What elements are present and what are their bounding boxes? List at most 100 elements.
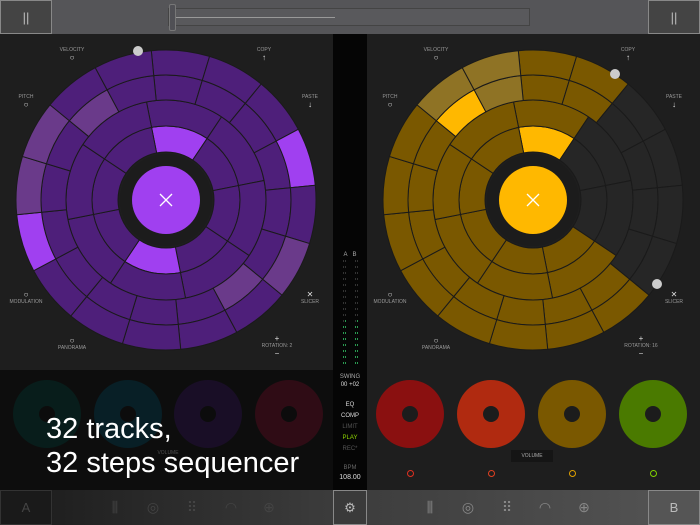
step-cell[interactable] bbox=[407, 163, 438, 213]
track-select-2[interactable] bbox=[488, 470, 495, 477]
meter-led bbox=[355, 302, 356, 304]
step-cell[interactable] bbox=[628, 187, 659, 237]
meter-led bbox=[343, 344, 344, 346]
meter-led bbox=[345, 338, 346, 340]
rotation-a[interactable]: + ROTATION: 2− bbox=[252, 334, 302, 358]
slicer-a[interactable]: ✕ SLICER bbox=[285, 290, 335, 305]
track-select-4[interactable] bbox=[650, 470, 657, 477]
paste-a[interactable]: PASTE ↓ bbox=[285, 94, 335, 109]
meter-led bbox=[357, 266, 358, 268]
meter-led bbox=[355, 350, 356, 352]
paste-b[interactable]: PASTE ↓ bbox=[649, 94, 699, 109]
meter-led bbox=[357, 314, 358, 316]
grid-icon-b[interactable]: ⠿ bbox=[497, 497, 517, 517]
meter-led bbox=[343, 302, 344, 304]
meter-led bbox=[357, 296, 358, 298]
modulation-b[interactable]: ○ MODULATION bbox=[365, 290, 415, 305]
step-cell[interactable] bbox=[520, 74, 570, 105]
meter-led bbox=[345, 356, 346, 358]
disc-icon-a[interactable]: ◎ bbox=[143, 497, 163, 517]
waveform-icon-b[interactable]: ⫼ bbox=[420, 497, 440, 517]
step-cell[interactable] bbox=[153, 74, 203, 105]
step-cell[interactable] bbox=[129, 295, 179, 326]
download-icon-a[interactable]: ⊕ bbox=[259, 497, 279, 517]
track-knob-hub bbox=[402, 406, 418, 422]
meter-led bbox=[345, 290, 346, 292]
meter-led bbox=[345, 326, 346, 328]
download-icon-b[interactable]: ⊕ bbox=[574, 497, 594, 517]
pitch-a[interactable]: PITCH ○ bbox=[1, 94, 51, 109]
gauge-icon-b[interactable]: ◠ bbox=[535, 497, 555, 517]
track-select-1[interactable] bbox=[407, 470, 414, 477]
meter-led bbox=[355, 290, 356, 292]
copy-b[interactable]: COPY ↑ bbox=[603, 47, 653, 62]
meter-led bbox=[343, 338, 344, 340]
settings-button[interactable]: ⚙ bbox=[333, 490, 367, 525]
deck-a-button[interactable]: A bbox=[0, 490, 52, 525]
meter-led bbox=[345, 332, 346, 334]
grid-icon-a[interactable]: ⠿ bbox=[182, 497, 202, 517]
meter-led bbox=[355, 296, 356, 298]
meter-led bbox=[343, 308, 344, 310]
start-handle[interactable] bbox=[610, 69, 620, 79]
meter-led bbox=[343, 362, 344, 364]
panorama-a[interactable]: ○ PANORAMA bbox=[47, 336, 97, 351]
step-cell[interactable] bbox=[496, 295, 546, 326]
meter-labels: A B bbox=[343, 252, 357, 258]
meter-led bbox=[355, 266, 356, 268]
meter-led bbox=[345, 350, 346, 352]
meter-led bbox=[357, 320, 358, 322]
track-knob-hub bbox=[564, 406, 580, 422]
step-cell[interactable] bbox=[261, 187, 292, 237]
meter-led bbox=[345, 260, 346, 262]
step-cell[interactable] bbox=[40, 163, 71, 213]
meter-led bbox=[357, 272, 358, 274]
track-knob-hub bbox=[483, 406, 499, 422]
gear-icon: ⚙ bbox=[344, 499, 356, 515]
bpm-value[interactable]: 108.00 bbox=[333, 474, 367, 481]
meter-led bbox=[357, 326, 358, 328]
sequencer-a[interactable] bbox=[0, 34, 333, 364]
pause-b-button[interactable]: || bbox=[648, 0, 700, 34]
meter-led bbox=[343, 350, 344, 352]
meter-led bbox=[355, 272, 356, 274]
velocity-b[interactable]: VELOCITY ○ bbox=[411, 47, 461, 62]
panorama-b[interactable]: ○ PANORAMA bbox=[411, 336, 461, 351]
meter-led bbox=[355, 284, 356, 286]
meter-led bbox=[345, 284, 346, 286]
pause-a-button[interactable]: || bbox=[0, 0, 52, 34]
meter-led bbox=[343, 356, 344, 358]
level-meters bbox=[343, 260, 358, 364]
gauge-icon-a[interactable]: ◠ bbox=[221, 497, 241, 517]
waveform-icon-a[interactable]: ⫼ bbox=[105, 497, 125, 517]
meter-led bbox=[357, 278, 358, 280]
meter-led bbox=[357, 260, 358, 262]
meter-led bbox=[345, 266, 346, 268]
meter-led bbox=[357, 308, 358, 310]
meter-led bbox=[343, 332, 344, 334]
meter-led bbox=[355, 344, 356, 346]
meter-led bbox=[355, 308, 356, 310]
meter-led bbox=[345, 320, 346, 322]
meter-led bbox=[345, 308, 346, 310]
crossfader-slider[interactable] bbox=[168, 4, 530, 31]
meter-led bbox=[355, 338, 356, 340]
meter-led bbox=[345, 272, 346, 274]
slicer-b[interactable]: ✕ SLICER bbox=[649, 290, 699, 305]
meter-led bbox=[343, 266, 344, 268]
track-select-3[interactable] bbox=[569, 470, 576, 477]
volume-label-b: VOLUME bbox=[511, 450, 553, 462]
end-handle[interactable] bbox=[652, 279, 662, 289]
meter-led bbox=[357, 356, 358, 358]
copy-a[interactable]: COPY ↑ bbox=[239, 47, 289, 62]
modulation-a[interactable]: ○ MODULATION bbox=[1, 290, 51, 305]
disc-icon-b[interactable]: ◎ bbox=[458, 497, 478, 517]
promo-text: 32 tracks, 32 steps sequencer bbox=[46, 413, 300, 479]
velocity-a[interactable]: VELOCITY ○ bbox=[47, 47, 97, 62]
meter-led bbox=[355, 314, 356, 316]
sequencer-b[interactable] bbox=[367, 34, 700, 364]
start-handle[interactable] bbox=[133, 46, 143, 56]
pitch-b[interactable]: PITCH ○ bbox=[365, 94, 415, 109]
rotation-b[interactable]: + ROTATION: 16− bbox=[616, 334, 666, 358]
deck-b-button[interactable]: B bbox=[648, 490, 700, 525]
